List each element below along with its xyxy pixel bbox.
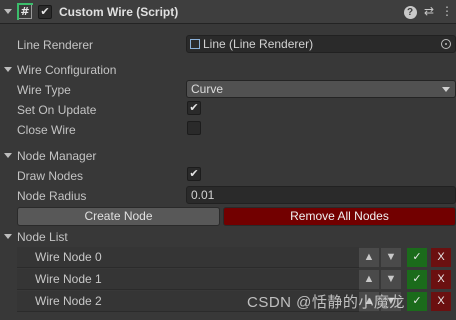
draw-nodes-label: Draw Nodes xyxy=(17,169,84,183)
list-item: Wire Node 1 ▲ ▼ ✓ X xyxy=(17,269,456,290)
wire-configuration-foldout[interactable]: Wire Configuration xyxy=(4,63,116,77)
draw-nodes-checkbox[interactable]: ✔ xyxy=(187,167,201,181)
delete-node-button[interactable]: X xyxy=(431,248,451,267)
wire-type-label: Wire Type xyxy=(17,83,71,97)
remove-all-nodes-button[interactable]: Remove All Nodes xyxy=(223,207,456,226)
delete-node-button[interactable]: X xyxy=(431,270,451,289)
foldout-arrow-icon xyxy=(4,153,12,158)
node-manager-foldout[interactable]: Node Manager xyxy=(4,149,96,163)
node-list-title: Node List xyxy=(17,230,68,244)
move-down-icon[interactable]: ▼ xyxy=(381,270,401,289)
watermark: CSDN @恬静的小魔龙 xyxy=(247,294,405,311)
node-manager-title: Node Manager xyxy=(17,149,97,163)
chevron-down-icon xyxy=(442,87,450,92)
presets-icon[interactable]: ⇄ xyxy=(422,4,436,19)
node-radius-label: Node Radius xyxy=(17,189,87,203)
list-item: Wire Node 0 ▲ ▼ ✓ X xyxy=(17,247,456,268)
select-node-button[interactable]: ✓ xyxy=(407,292,427,311)
node-label: Wire Node 2 xyxy=(35,294,102,308)
script-icon: # xyxy=(17,3,33,20)
context-menu-icon[interactable]: ⋮ xyxy=(440,4,454,19)
delete-node-button[interactable]: X xyxy=(431,292,451,311)
node-radius-input[interactable]: 0.01 xyxy=(186,186,456,204)
move-down-icon[interactable]: ▼ xyxy=(381,248,401,267)
wire-type-value: Curve xyxy=(191,82,224,96)
line-renderer-value: Line (Line Renderer) xyxy=(203,37,314,51)
line-renderer-label: Line Renderer xyxy=(17,38,94,52)
select-node-button[interactable]: ✓ xyxy=(407,270,427,289)
node-list-foldout[interactable]: Node List xyxy=(4,230,68,244)
help-icon[interactable]: ? xyxy=(403,4,417,19)
component-title: Custom Wire (Script) xyxy=(59,5,179,19)
node-label: Wire Node 0 xyxy=(35,250,102,264)
object-picker-icon[interactable] xyxy=(441,39,451,49)
move-up-icon[interactable]: ▲ xyxy=(359,248,379,267)
create-node-button[interactable]: Create Node xyxy=(17,207,220,226)
component-enabled-checkbox[interactable]: ✔ xyxy=(38,5,52,19)
foldout-arrow-icon xyxy=(4,67,12,72)
close-wire-checkbox[interactable] xyxy=(187,121,201,135)
set-on-update-checkbox[interactable]: ✔ xyxy=(187,101,201,115)
select-node-button[interactable]: ✓ xyxy=(407,248,427,267)
wire-type-dropdown[interactable]: Curve xyxy=(186,80,456,98)
node-label: Wire Node 1 xyxy=(35,272,102,286)
line-renderer-icon xyxy=(190,39,200,49)
wire-configuration-title: Wire Configuration xyxy=(17,63,117,77)
collapse-arrow-icon[interactable] xyxy=(4,9,12,14)
set-on-update-label: Set On Update xyxy=(17,103,97,117)
close-wire-label: Close Wire xyxy=(17,123,76,137)
line-renderer-field[interactable]: Line (Line Renderer) xyxy=(186,35,456,53)
move-up-icon[interactable]: ▲ xyxy=(359,270,379,289)
foldout-arrow-icon xyxy=(4,234,12,239)
